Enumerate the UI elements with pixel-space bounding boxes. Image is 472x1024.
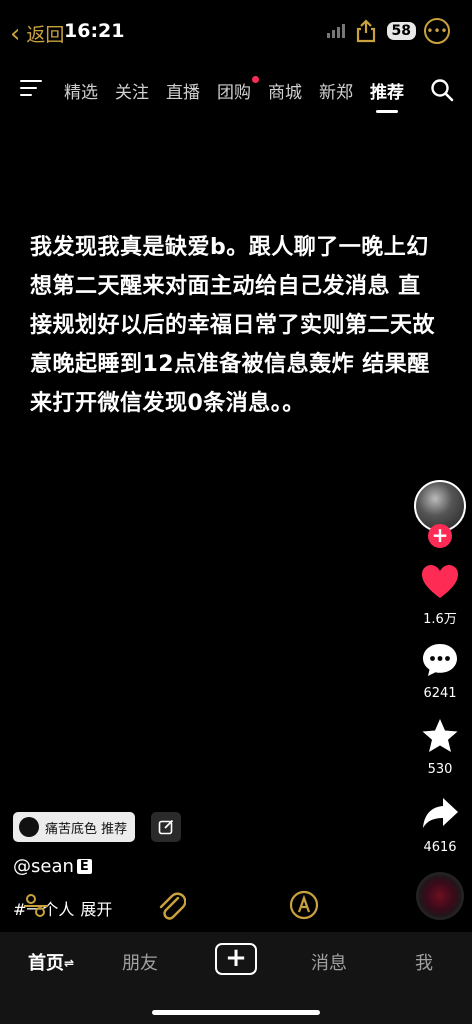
tab-local[interactable]: 新郑: [319, 78, 353, 103]
battery-indicator: 58: [386, 22, 416, 40]
heart-icon: [422, 565, 458, 598]
top-nav: 精选 关注 直播 团购 商城 新郑 推荐: [0, 72, 472, 113]
top-tabs: 精选 关注 直播 团购 商城 新郑 推荐: [64, 76, 421, 113]
comment-icon: [423, 644, 457, 676]
clock: 16:21: [64, 20, 125, 42]
nav-me[interactable]: 我: [415, 949, 433, 975]
favorite-button[interactable]: 530: [412, 718, 468, 777]
comment-count: 6241: [423, 686, 457, 701]
tab-group-buy[interactable]: 团购: [217, 76, 259, 103]
status-icons: 58 •••: [326, 18, 450, 44]
tab-group-buy-label: 团购: [217, 83, 251, 103]
music-disc[interactable]: [416, 872, 464, 920]
topic-chip-label: 痛苦底色 推荐: [45, 821, 128, 837]
follow-plus-icon[interactable]: +: [428, 524, 452, 548]
notification-dot: [252, 76, 259, 83]
favorite-count: 530: [427, 762, 453, 777]
tab-following[interactable]: 关注: [115, 78, 149, 103]
tab-recommended[interactable]: 推荐: [370, 78, 404, 113]
like-button[interactable]: 1.6万: [412, 564, 468, 627]
home-indicator: [152, 1010, 320, 1015]
search-icon[interactable]: [430, 78, 454, 102]
more-options-icon[interactable]: •••: [424, 18, 450, 44]
back-label: 返回: [26, 24, 65, 46]
nav-home[interactable]: 首页⇌: [28, 949, 74, 975]
chevron-left-icon: ‹: [10, 18, 21, 49]
connect-dots-icon[interactable]: [22, 892, 50, 920]
menu-icon[interactable]: [20, 80, 42, 98]
username-text: @sean: [13, 856, 74, 877]
topic-chip-icon: [19, 817, 39, 837]
pen-circle-icon[interactable]: [289, 890, 319, 920]
bottom-nav: 首页⇌ 朋友 + 消息 我: [0, 932, 472, 1024]
swap-icon: ⇌: [64, 956, 75, 970]
like-count: 1.6万: [423, 612, 457, 627]
user-badge: E: [76, 859, 92, 874]
signal-icon: [326, 24, 345, 38]
share-count: 4616: [423, 840, 457, 855]
topic-chip[interactable]: 痛苦底色 推荐: [13, 812, 136, 842]
tab-featured[interactable]: 精选: [64, 78, 98, 103]
comment-button[interactable]: 6241: [412, 642, 468, 701]
share-button[interactable]: 4616: [412, 796, 468, 855]
star-icon: [422, 719, 458, 752]
edit-button[interactable]: [151, 812, 181, 842]
share-out-icon[interactable]: [353, 18, 379, 44]
author-username[interactable]: @sean E: [13, 856, 92, 877]
nav-messages[interactable]: 消息: [311, 949, 347, 975]
back-button[interactable]: ‹ 返回: [10, 20, 64, 47]
status-bar: ‹ 返回 16:21 58 •••: [0, 0, 472, 62]
tab-live[interactable]: 直播: [166, 78, 200, 103]
tab-mall[interactable]: 商城: [268, 78, 302, 103]
nav-friends[interactable]: 朋友: [122, 949, 158, 975]
create-button[interactable]: +: [215, 943, 257, 975]
post-text: 我发现我真是缺爱b。跟人聊了一晚上幻想第二天醒来对面主动给自己发消息 直接规划好…: [30, 235, 436, 416]
edit-icon: [158, 819, 174, 835]
expand-link[interactable]: 展开: [80, 900, 112, 919]
paperclip-icon[interactable]: [156, 890, 186, 922]
nav-home-label: 首页: [28, 953, 64, 974]
share-arrow-icon: [423, 798, 458, 828]
